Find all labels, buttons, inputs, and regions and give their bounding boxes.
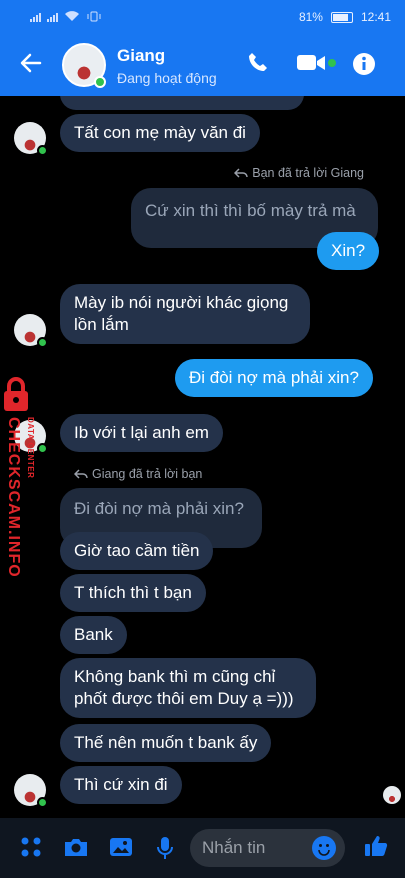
message-bubble-partial xyxy=(60,96,304,110)
message-incoming[interactable]: Thì cứ xin đi xyxy=(60,766,182,804)
message-thread[interactable]: Tất con mẹ mày văn đi Bạn đã trả lời Gia… xyxy=(0,96,405,818)
message-incoming[interactable]: Mày ib nói người khác giọng lồn lắm xyxy=(60,284,310,344)
video-call-icon[interactable] xyxy=(296,52,338,74)
back-arrow-icon[interactable] xyxy=(18,50,44,76)
padlock-icon xyxy=(4,377,28,411)
vibrate-icon xyxy=(87,11,101,22)
message-outgoing[interactable]: Đi đòi nợ mà phải xin? xyxy=(175,359,373,397)
status-bar: 81% 12:41 xyxy=(0,0,405,34)
like-thumb-icon[interactable] xyxy=(364,834,388,858)
contact-name[interactable]: Giang xyxy=(117,46,165,66)
sender-avatar xyxy=(14,774,48,808)
online-indicator xyxy=(94,76,106,88)
battery-percent: 81% xyxy=(298,10,323,24)
phone-icon[interactable] xyxy=(246,50,270,74)
microphone-icon[interactable] xyxy=(156,836,174,860)
message-incoming[interactable]: Tất con mẹ mày văn đi xyxy=(60,114,260,152)
clock: 12:41 xyxy=(360,10,391,24)
message-incoming[interactable]: Bank xyxy=(60,616,127,654)
reply-indicator: Bạn đã trả lời Giang xyxy=(234,166,364,180)
reply-icon xyxy=(74,469,88,479)
message-incoming[interactable]: Ib với t lại anh em xyxy=(60,414,223,452)
reply-text: Bạn đã trả lời Giang xyxy=(252,166,364,180)
info-icon[interactable] xyxy=(352,52,376,76)
apps-grid-icon[interactable] xyxy=(20,836,42,858)
reply-indicator: Giang đã trả lời bạn xyxy=(74,467,202,481)
seen-avatar xyxy=(383,786,401,804)
message-incoming[interactable]: Giờ tao cầm tiền xyxy=(60,532,214,570)
watermark-subtext: DATA CENTER xyxy=(26,417,35,479)
watermark-text: CHECKSCAM.INFO xyxy=(5,417,22,578)
composer-bar xyxy=(0,818,405,878)
message-incoming[interactable]: Thế nên muốn t bank ấy xyxy=(60,724,272,762)
signal-icon xyxy=(30,11,102,22)
reply-text: Giang đã trả lời bạn xyxy=(92,467,203,481)
sender-avatar xyxy=(14,122,48,156)
emoji-icon[interactable] xyxy=(312,836,336,860)
contact-status: Đang hoạt động xyxy=(117,70,217,86)
camera-icon[interactable] xyxy=(63,836,89,858)
conversation-header: Giang Đang hoạt động xyxy=(0,34,405,96)
message-incoming[interactable]: Không bank thì m cũng chỉ phốt được thôi… xyxy=(60,658,316,718)
message-incoming[interactable]: T thích thì t bạn xyxy=(60,574,206,612)
sender-avatar xyxy=(14,314,48,348)
watermark: CHECKSCAM.INFO DATA CENTER xyxy=(0,376,36,578)
wifi-icon xyxy=(65,11,79,21)
message-outgoing[interactable]: Xin? xyxy=(317,232,380,270)
reply-icon xyxy=(234,168,249,178)
battery-icon xyxy=(330,11,353,23)
gallery-icon[interactable] xyxy=(109,836,133,858)
